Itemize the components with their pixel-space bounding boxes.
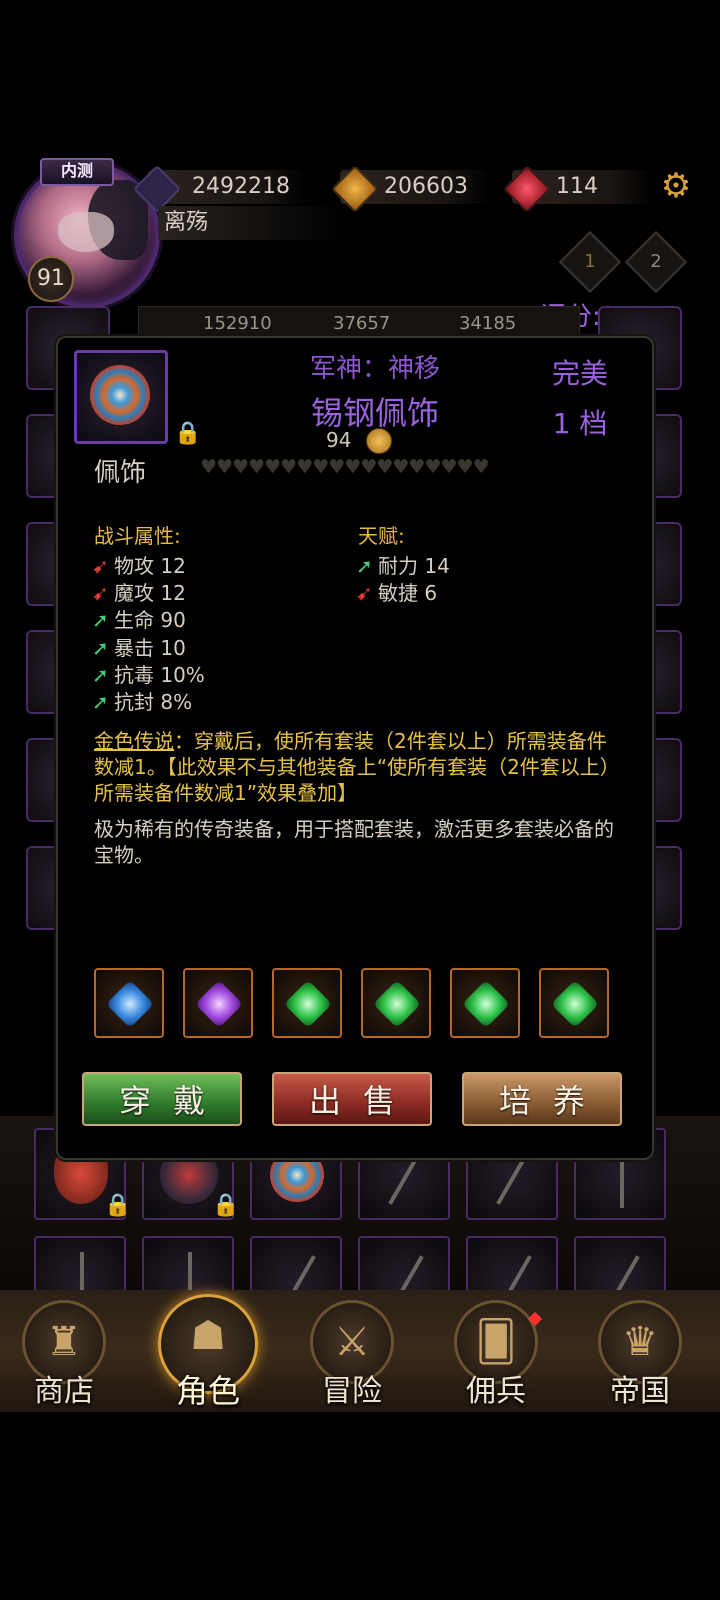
attr-row: ➚ 生命 90 <box>92 604 186 632</box>
rank-tab-1[interactable]: 1 <box>558 230 622 294</box>
nav-adventure[interactable]: ⚔ 冒险 <box>302 1300 402 1410</box>
attr-row: ➹ 敏捷 6 <box>356 577 438 605</box>
stats-bar-value-1: 152910 <box>203 313 272 334</box>
player-name: 离殇 <box>158 206 344 240</box>
attr-text: 生命 90 <box>114 608 186 632</box>
gem-socket[interactable] <box>94 968 164 1038</box>
attr-row: ➚ 耐力 14 <box>356 550 450 578</box>
gem-socket[interactable] <box>272 968 342 1038</box>
nav-mercenary-label: 佣兵 <box>466 1374 526 1409</box>
rank-tab-2[interactable]: 2 <box>624 230 688 294</box>
nav-shop[interactable]: ♜ 商店 <box>14 1300 114 1410</box>
level-badge: 91 <box>28 256 74 302</box>
gem-socket[interactable] <box>361 968 431 1038</box>
sell-button[interactable]: 出售 <box>272 1072 432 1126</box>
nav-empire[interactable]: ♛ 帝国 <box>590 1300 690 1410</box>
rank-tab-2-label: 2 <box>650 251 662 272</box>
green-gem-icon <box>283 979 333 1029</box>
arrow-up-icon: ➚ <box>356 554 373 578</box>
item-name: 锡钢佩饰 <box>310 394 439 432</box>
attr-text: 敏捷 6 <box>378 581 438 605</box>
item-description: 极为稀有的传奇装备，用于搭配套装，激活更多套装必备的宝物。 <box>94 817 614 867</box>
combat-attrs-title: 战斗属性: <box>94 524 181 548</box>
attr-text: 抗毒 10% <box>114 663 205 687</box>
nav-character-label: 角色 <box>175 1372 240 1410</box>
nav-empire-label: 帝国 <box>610 1374 670 1409</box>
attr-row: ➹ 物攻 12 <box>92 550 186 578</box>
arrow-up-icon: ➚ <box>92 636 109 660</box>
talent-title: 天赋: <box>358 524 405 548</box>
stats-bar-value-2: 37657 <box>333 313 391 334</box>
gem-socket[interactable] <box>450 968 520 1038</box>
item-type: 佩饰 <box>94 458 147 488</box>
attr-text: 耐力 14 <box>378 554 450 578</box>
coin-icon <box>366 428 392 454</box>
stats-bar: 152910 37657 34185 <box>138 306 580 338</box>
gem-socket[interactable] <box>183 968 253 1038</box>
nav-adventure-label: 冒险 <box>322 1374 382 1409</box>
blue-gem-icon <box>105 979 155 1029</box>
item-quality: 完美 <box>551 357 608 390</box>
screen-bottom-blank <box>0 1412 720 1600</box>
arrow-up-icon: ➚ <box>92 690 109 714</box>
attr-row: ➚ 抗封 8% <box>92 686 193 714</box>
item-subtitle: 军神：神移 <box>309 354 440 384</box>
purple-gem-icon <box>194 979 244 1029</box>
attr-row: ➹ 魔攻 12 <box>92 577 186 605</box>
durability-hearts: ♥♥♥♥♥♥♥♥♥♥♥♥♥♥♥♥♥♥ <box>200 456 490 478</box>
amulet-icon <box>90 365 150 425</box>
item-price: 94 <box>326 428 352 452</box>
gem-value: 114 <box>556 174 598 199</box>
stats-bar-value-3: 34185 <box>459 313 517 334</box>
train-button[interactable]: 培养 <box>462 1072 622 1126</box>
arrow-up-icon: ➚ <box>92 663 109 687</box>
legendary-title[interactable]: 金色传说 <box>94 729 174 753</box>
gold-value: 206603 <box>384 174 468 199</box>
beta-tag: 内测 <box>40 158 114 186</box>
item-grade: 1 档 <box>552 407 608 440</box>
attr-row: ➚ 抗毒 10% <box>92 659 205 687</box>
nav-shop-label: 商店 <box>34 1374 94 1409</box>
arrow-down-icon: ➹ <box>356 581 373 605</box>
settings-gear-icon[interactable]: ⚙ <box>658 168 694 204</box>
arrow-down-icon: ➹ <box>92 554 109 578</box>
attr-text: 暴击 10 <box>114 636 186 660</box>
green-gem-icon <box>461 979 511 1029</box>
avatar-face <box>58 212 114 252</box>
attr-text: 物攻 12 <box>114 554 186 578</box>
item-lock-icon[interactable]: 🔒 <box>174 420 201 448</box>
gem-socket[interactable] <box>539 968 609 1038</box>
lock-icon: 🔒 <box>212 1193 240 1218</box>
arrow-down-icon: ➹ <box>92 581 109 605</box>
green-gem-icon <box>372 979 422 1029</box>
dark-energy-value: 2492218 <box>192 174 290 199</box>
arrow-up-icon: ➚ <box>92 608 109 632</box>
nav-character[interactable]: ☗ 角色 <box>158 1294 258 1410</box>
attr-row: ➚ 暴击 10 <box>92 632 186 660</box>
attr-text: 魔攻 12 <box>114 581 186 605</box>
wear-button[interactable]: 穿戴 <box>82 1072 242 1126</box>
lock-icon: 🔒 <box>104 1193 132 1218</box>
rank-tab-1-label: 1 <box>584 251 596 272</box>
attr-text: 抗封 8% <box>114 690 193 714</box>
green-gem-icon <box>550 979 600 1029</box>
legendary-effect: 金色传说：穿戴后，使所有套装（2件套以上）所需装备件数减1。【此效果不与其他装备… <box>94 728 624 806</box>
